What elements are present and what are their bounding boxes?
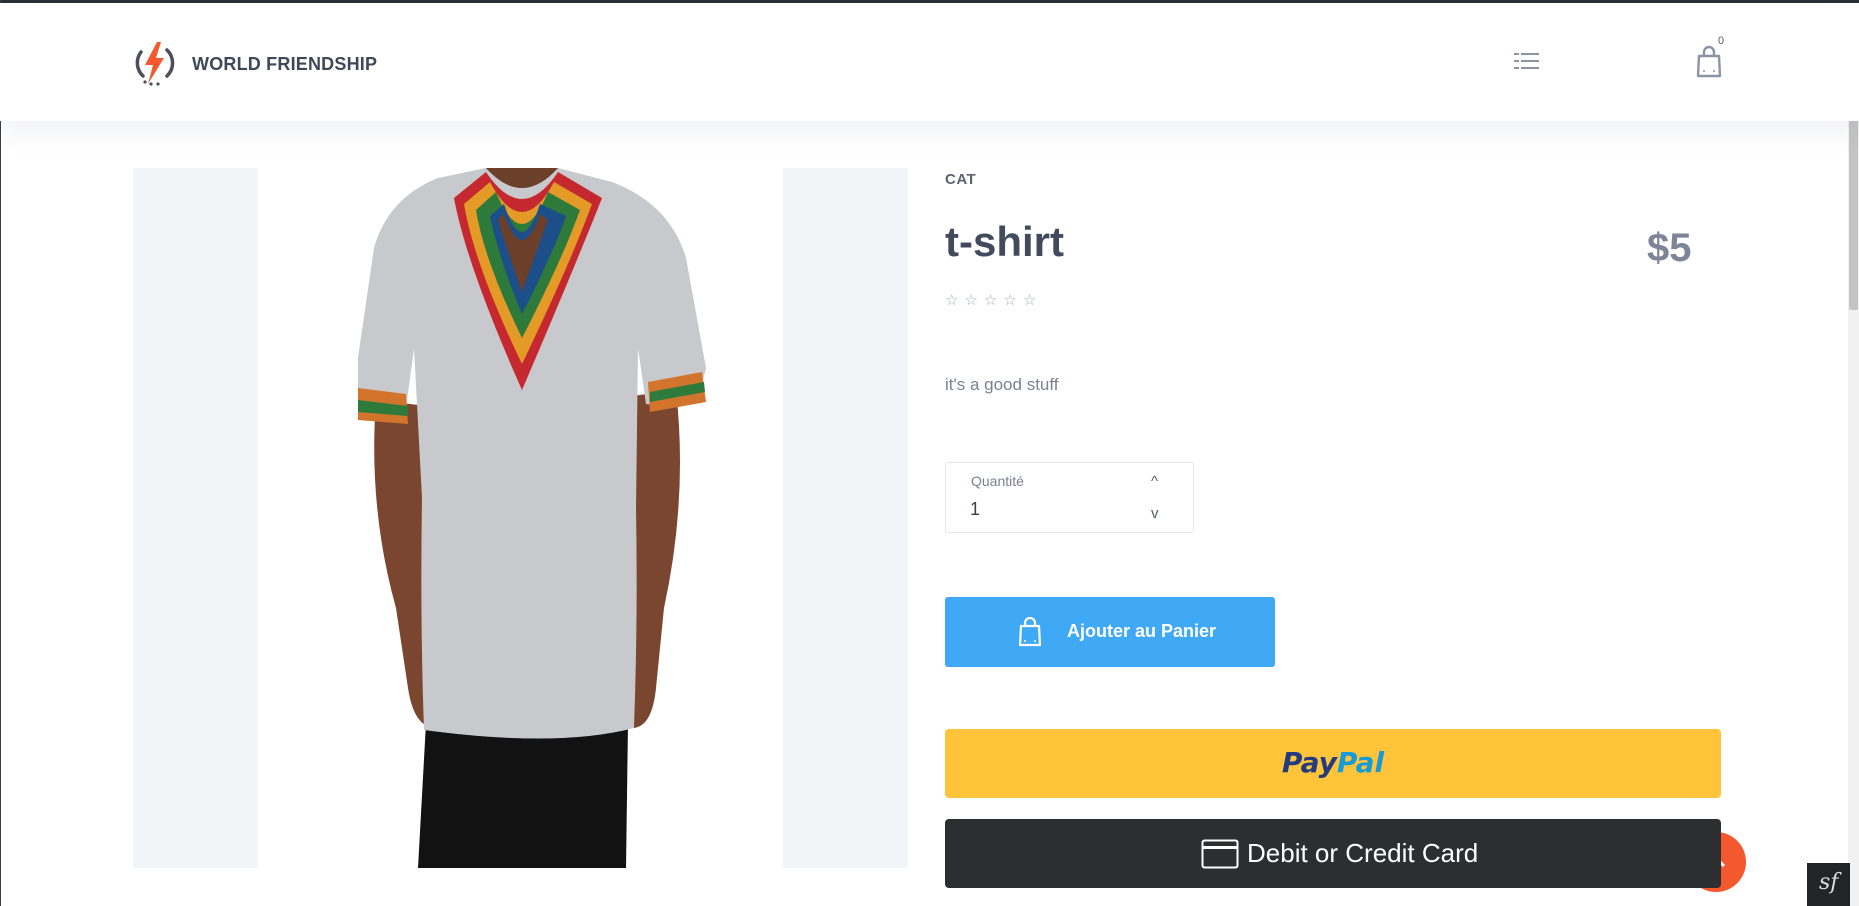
add-to-cart-button[interactable]: Ajouter au Panier (945, 597, 1275, 667)
paypal-logo-pal: Pal (1336, 746, 1385, 779)
star-icon[interactable]: ☆ (1023, 293, 1036, 308)
product-category[interactable]: CAT (945, 171, 976, 188)
card-payment-label: Debit or Credit Card (1247, 838, 1479, 868)
star-rating: ☆ ☆ ☆ ☆ ☆ (945, 293, 1036, 308)
quantity-increment-button[interactable]: ^ (1151, 473, 1158, 490)
quantity-decrement-button[interactable]: v (1151, 505, 1159, 522)
quantity-input[interactable] (970, 497, 1130, 521)
paypal-button[interactable]: PayPal (945, 729, 1721, 798)
add-to-cart-label: Ajouter au Panier (1067, 621, 1217, 641)
star-icon[interactable]: ☆ (1003, 293, 1016, 308)
brand-name[interactable]: WORLD FRIENDSHIP (192, 54, 377, 75)
symfony-icon: sf (1819, 870, 1839, 895)
shopping-bag-icon (1018, 617, 1042, 647)
star-icon[interactable]: ☆ (984, 293, 997, 308)
quantity-label: Quantité (971, 473, 1024, 489)
product-price: $5 (1647, 226, 1692, 270)
paypal-logo: PayPal (945, 746, 1721, 779)
site-header: WORLD FRIENDSHIP 0 (0, 3, 1859, 121)
symfony-toolbar-badge[interactable]: sf (1807, 863, 1850, 906)
star-icon[interactable]: ☆ (964, 293, 977, 308)
shopping-bag-icon[interactable] (1693, 45, 1725, 79)
product-gallery (133, 168, 908, 868)
scrollbar-thumb[interactable] (1849, 103, 1858, 310)
cart-count-badge: 0 (1718, 35, 1725, 47)
lightning-bolt-logo[interactable] (131, 40, 177, 86)
quantity-stepper: Quantité ^ v (945, 462, 1194, 533)
t-shirt-photo (258, 168, 783, 868)
page-scrollbar[interactable] (1848, 3, 1859, 906)
window-left-border (0, 0, 1, 906)
star-icon[interactable]: ☆ (945, 293, 958, 308)
credit-card-icon (1201, 839, 1239, 869)
menu-icon[interactable] (1512, 47, 1542, 75)
product-description: it's a good stuff (945, 375, 1059, 394)
product-title: t-shirt (945, 218, 1064, 265)
paypal-logo-pay: Pay (1281, 746, 1337, 779)
card-payment-button[interactable]: Debit or Credit Card (945, 819, 1721, 888)
